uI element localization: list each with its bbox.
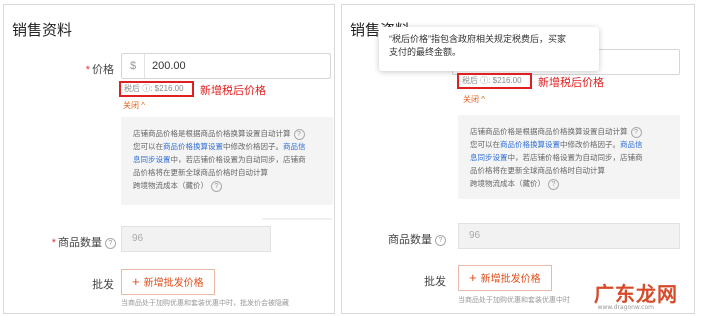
price-input[interactable]: $ 200.00 xyxy=(121,53,331,79)
info-line2-pre: 您可以在 xyxy=(470,140,500,149)
info-line2-pre: 您可以在 xyxy=(133,142,163,151)
price-label: * 价格 xyxy=(85,64,114,76)
wholesale-label: 批发 xyxy=(92,279,114,291)
help-icon[interactable]: ? xyxy=(293,128,305,140)
sync-settings-link-b[interactable]: 息同步设置 xyxy=(470,153,508,162)
sync-settings-link-a[interactable]: 商品信 xyxy=(620,140,643,149)
sync-settings-link-b[interactable]: 息同步设置 xyxy=(133,155,171,164)
help-icon[interactable]: ? xyxy=(105,237,116,249)
info-line1: 店铺商品价格是根据商品价格换算设置自动计算 xyxy=(470,127,628,136)
right-panel: 销售资料 “税后价格”指包含政府相关规定税费后，买家 支付的最终金额。 税后 ⓘ… xyxy=(341,4,695,314)
info-line2-mid: 中修改价格因子。 xyxy=(560,140,620,149)
info-line5: 跨境物流成本（藏价） xyxy=(470,179,545,188)
quantity-label: 商品数量? xyxy=(362,231,446,247)
help-icon[interactable]: ? xyxy=(435,234,446,246)
wholesale-label: 批发 xyxy=(424,276,446,288)
info-line5: 跨境物流成本（藏价） xyxy=(133,181,208,190)
tax-price-note: 新增税后价格 xyxy=(200,85,266,97)
info-line4: 品价格将在更新全球商品价格时自动计算 xyxy=(470,166,605,175)
price-info-box: 店铺商品价格是根据商品价格换算设置自动计算? 您可以在商品价格换算设置中修改价格… xyxy=(121,117,333,205)
tax-price-box: 税后 ⓘ: $216.00 xyxy=(457,73,532,89)
price-info-box: 店铺商品价格是根据商品价格换算设置自动计算? 您可以在商品价格换算设置中修改价格… xyxy=(458,115,680,199)
price-conversion-link[interactable]: 商品价格换算设置 xyxy=(163,142,223,151)
quantity-input[interactable]: 96 xyxy=(121,226,271,252)
info-line3: 中，若店铺价格设置为自动同步，店铺商 xyxy=(507,153,643,162)
tooltip-line1: “税后价格”指包含政府相关规定税费后，买家 xyxy=(389,34,566,44)
sync-settings-link-a[interactable]: 商品信 xyxy=(283,142,306,151)
tax-price-tooltip: “税后价格”指包含政府相关规定税费后，买家 支付的最终金额。 xyxy=(379,27,599,71)
watermark-logo: 广东龙网 xyxy=(594,282,678,306)
price-conversion-link[interactable]: 商品价格换算设置 xyxy=(500,140,560,149)
plus-icon: + xyxy=(132,274,140,289)
info-line2-mid: 中修改价格因子。 xyxy=(223,142,283,151)
watermark-url: www.dragonw.com xyxy=(597,304,654,311)
add-wholesale-button[interactable]: + 新增批发价格 xyxy=(458,265,552,291)
required-mark: * xyxy=(51,237,56,249)
tax-price-box: 税后 ⓘ: $216.00 xyxy=(119,81,194,97)
price-value: 200.00 xyxy=(152,60,186,72)
tooltip-line2: 支付的最终金额。 xyxy=(389,47,462,57)
currency-symbol: $ xyxy=(122,54,145,78)
info-line1: 店铺商品价格是根据商品价格换算设置自动计算 xyxy=(133,129,291,138)
divider xyxy=(262,218,332,220)
required-mark: * xyxy=(85,64,90,76)
help-icon[interactable]: ? xyxy=(548,178,559,190)
wholesale-hint: 当商品处于加购优惠和套装优惠中时 xyxy=(458,297,570,304)
add-wholesale-button[interactable]: + 新增批发价格 xyxy=(121,269,215,295)
help-icon[interactable]: ? xyxy=(211,180,222,192)
quantity-input[interactable]: 96 xyxy=(458,223,680,249)
tax-price-note: 新增税后价格 xyxy=(538,77,604,89)
quantity-label: * 商品数量? xyxy=(44,234,116,250)
section-title: 销售资料 xyxy=(12,22,73,39)
info-line4: 品价格将在更新全球商品价格时自动计算 xyxy=(133,168,268,177)
plus-icon: + xyxy=(469,270,477,285)
collapse-link[interactable]: 关闭 ^ xyxy=(123,100,145,111)
left-panel: 销售资料 * 价格 $ 200.00 税后 ⓘ: $216.00 新增税后价格 关… xyxy=(3,4,335,314)
collapse-link[interactable]: 关闭 ^ xyxy=(463,94,485,105)
help-icon[interactable]: ? xyxy=(630,126,642,138)
wholesale-hint: 当商品处于加购优惠和套装优惠中时，批发价会被隐藏 xyxy=(121,300,289,307)
info-line3: 中，若店铺价格设置为自动同步，店铺商 xyxy=(170,155,306,164)
